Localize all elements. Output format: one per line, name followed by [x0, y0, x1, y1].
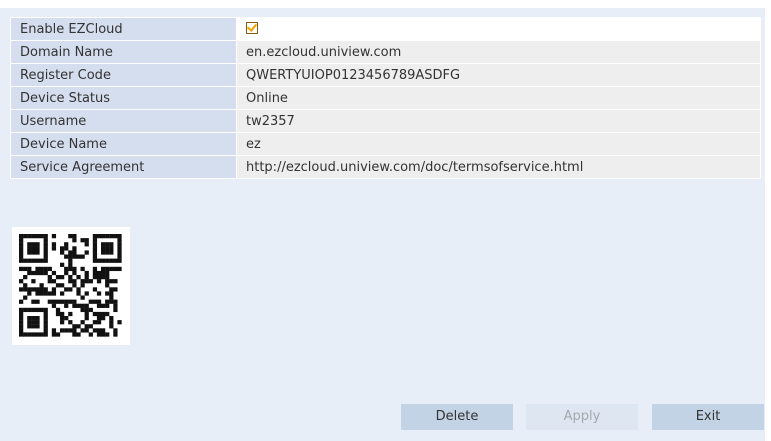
device-status-value: Online: [236, 86, 761, 110]
enable-ezcloud-label: Enable EZCloud: [10, 17, 237, 41]
device-status-row: Device Status Online: [10, 86, 761, 110]
domain-name-label: Domain Name: [10, 40, 237, 64]
ezcloud-settings-panel: Enable EZCloud Domain Name en.ezcloud.un…: [0, 8, 765, 441]
username-value: tw2357: [236, 109, 761, 133]
service-agreement-value[interactable]: http://ezcloud.uniview.com/doc/termsofse…: [236, 155, 761, 179]
service-agreement-label: Service Agreement: [10, 155, 237, 179]
apply-button[interactable]: Apply: [526, 404, 638, 430]
register-code-value: QWERTYUIOP0123456789ASDFG: [236, 63, 761, 87]
delete-button[interactable]: Delete: [401, 404, 513, 430]
register-code-label: Register Code: [10, 63, 237, 87]
enable-ezcloud-value: [236, 17, 761, 41]
username-row: Username tw2357: [10, 109, 761, 133]
qr-code-icon: [12, 227, 130, 345]
ezcloud-settings-form: Enable EZCloud Domain Name en.ezcloud.un…: [10, 17, 761, 179]
domain-name-value: en.ezcloud.uniview.com: [236, 40, 761, 64]
domain-name-row: Domain Name en.ezcloud.uniview.com: [10, 40, 761, 64]
enable-ezcloud-checkbox[interactable]: [246, 22, 258, 34]
exit-button[interactable]: Exit: [652, 404, 764, 430]
enable-ezcloud-row: Enable EZCloud: [10, 17, 761, 41]
device-name-label: Device Name: [10, 132, 237, 156]
device-status-label: Device Status: [10, 86, 237, 110]
username-label: Username: [10, 109, 237, 133]
device-name-value: ez: [236, 132, 761, 156]
service-agreement-row: Service Agreement http://ezcloud.uniview…: [10, 155, 761, 179]
device-name-row: Device Name ez: [10, 132, 761, 156]
register-code-row: Register Code QWERTYUIOP0123456789ASDFG: [10, 63, 761, 87]
